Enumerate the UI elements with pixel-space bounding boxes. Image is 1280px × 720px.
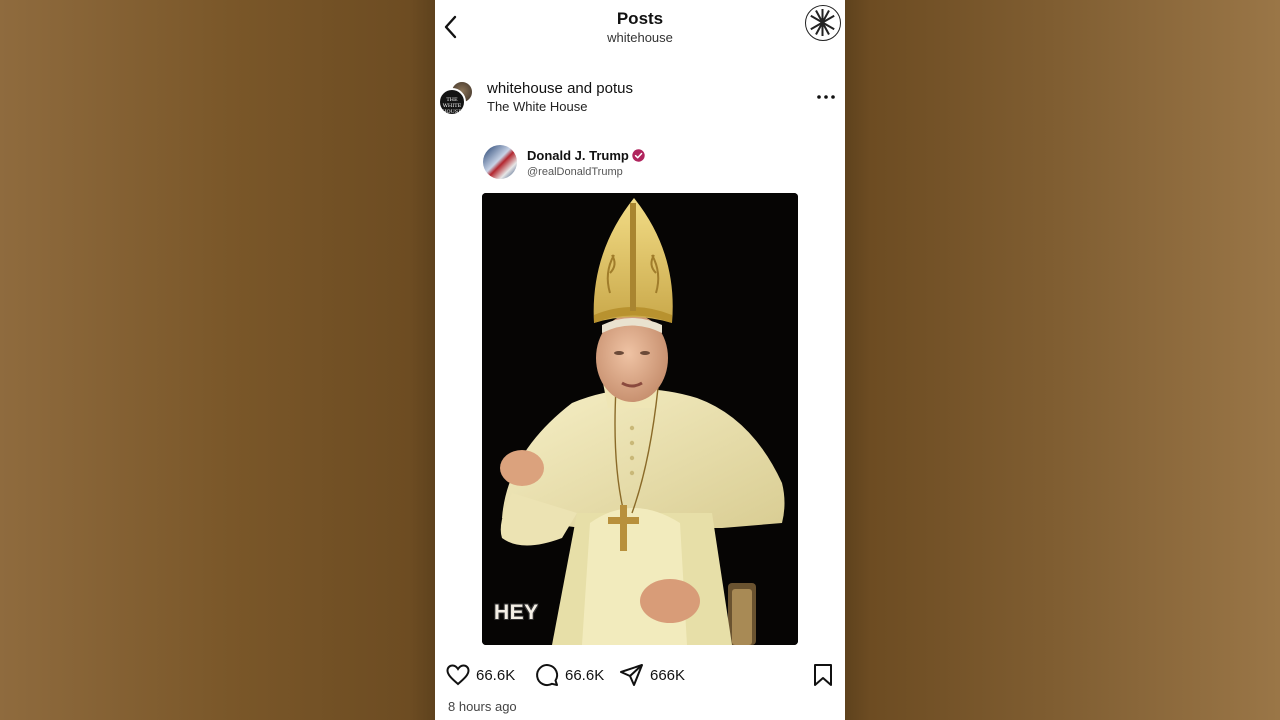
post-actions: 66.6K 66.6K 666K bbox=[435, 660, 845, 690]
phone-screen: Posts whitehouse THE WHITE HOUSE whiteho… bbox=[435, 0, 845, 720]
post-header: THE WHITE HOUSE whitehouse and potus The… bbox=[435, 76, 845, 120]
collab-avatars[interactable]: THE WHITE HOUSE bbox=[438, 80, 478, 116]
profile-avatar[interactable] bbox=[805, 5, 841, 41]
like-button[interactable]: 66.6K bbox=[445, 662, 515, 688]
tweet-author-name: Donald J. Trump bbox=[527, 148, 629, 163]
comment-count: 66.6K bbox=[565, 666, 605, 684]
save-button[interactable] bbox=[812, 663, 834, 687]
post-authors[interactable]: whitehouse and potus bbox=[487, 80, 633, 97]
tweet-author-handle: @realDonaldTrump bbox=[527, 166, 623, 178]
page-title: Posts bbox=[616, 9, 664, 28]
page-subtitle: whitehouse bbox=[607, 30, 673, 45]
more-horizontal-icon bbox=[817, 95, 835, 99]
tweet-avatar bbox=[483, 145, 517, 179]
author-whitehouse[interactable]: whitehouse bbox=[487, 80, 563, 97]
profile-avatar-icon bbox=[810, 9, 835, 36]
author-potus[interactable]: potus bbox=[596, 80, 633, 97]
post-timestamp: 8 hours ago bbox=[448, 699, 517, 714]
post-subtitle: The White House bbox=[487, 99, 588, 114]
papal-portrait-illustration bbox=[482, 193, 798, 645]
like-count: 66.6K bbox=[476, 666, 516, 684]
comment-icon bbox=[536, 664, 559, 687]
tweet-header: Donald J. Trump @realDonaldTrump bbox=[481, 144, 811, 184]
share-button[interactable]: 666K bbox=[619, 662, 685, 688]
send-icon bbox=[620, 664, 643, 686]
comment-button[interactable]: 66.6K bbox=[534, 662, 604, 688]
post-image[interactable]: HEY bbox=[482, 193, 798, 645]
author-join: and bbox=[567, 80, 593, 97]
more-options-button[interactable] bbox=[815, 88, 837, 106]
verified-badge-icon bbox=[632, 149, 645, 162]
image-caption: HEY bbox=[494, 601, 539, 624]
whitehouse-avatar: THE WHITE HOUSE bbox=[438, 88, 466, 116]
top-bar: Posts whitehouse bbox=[435, 0, 845, 56]
bookmark-icon bbox=[814, 664, 832, 686]
heart-icon bbox=[446, 664, 470, 686]
share-count: 666K bbox=[650, 666, 686, 684]
